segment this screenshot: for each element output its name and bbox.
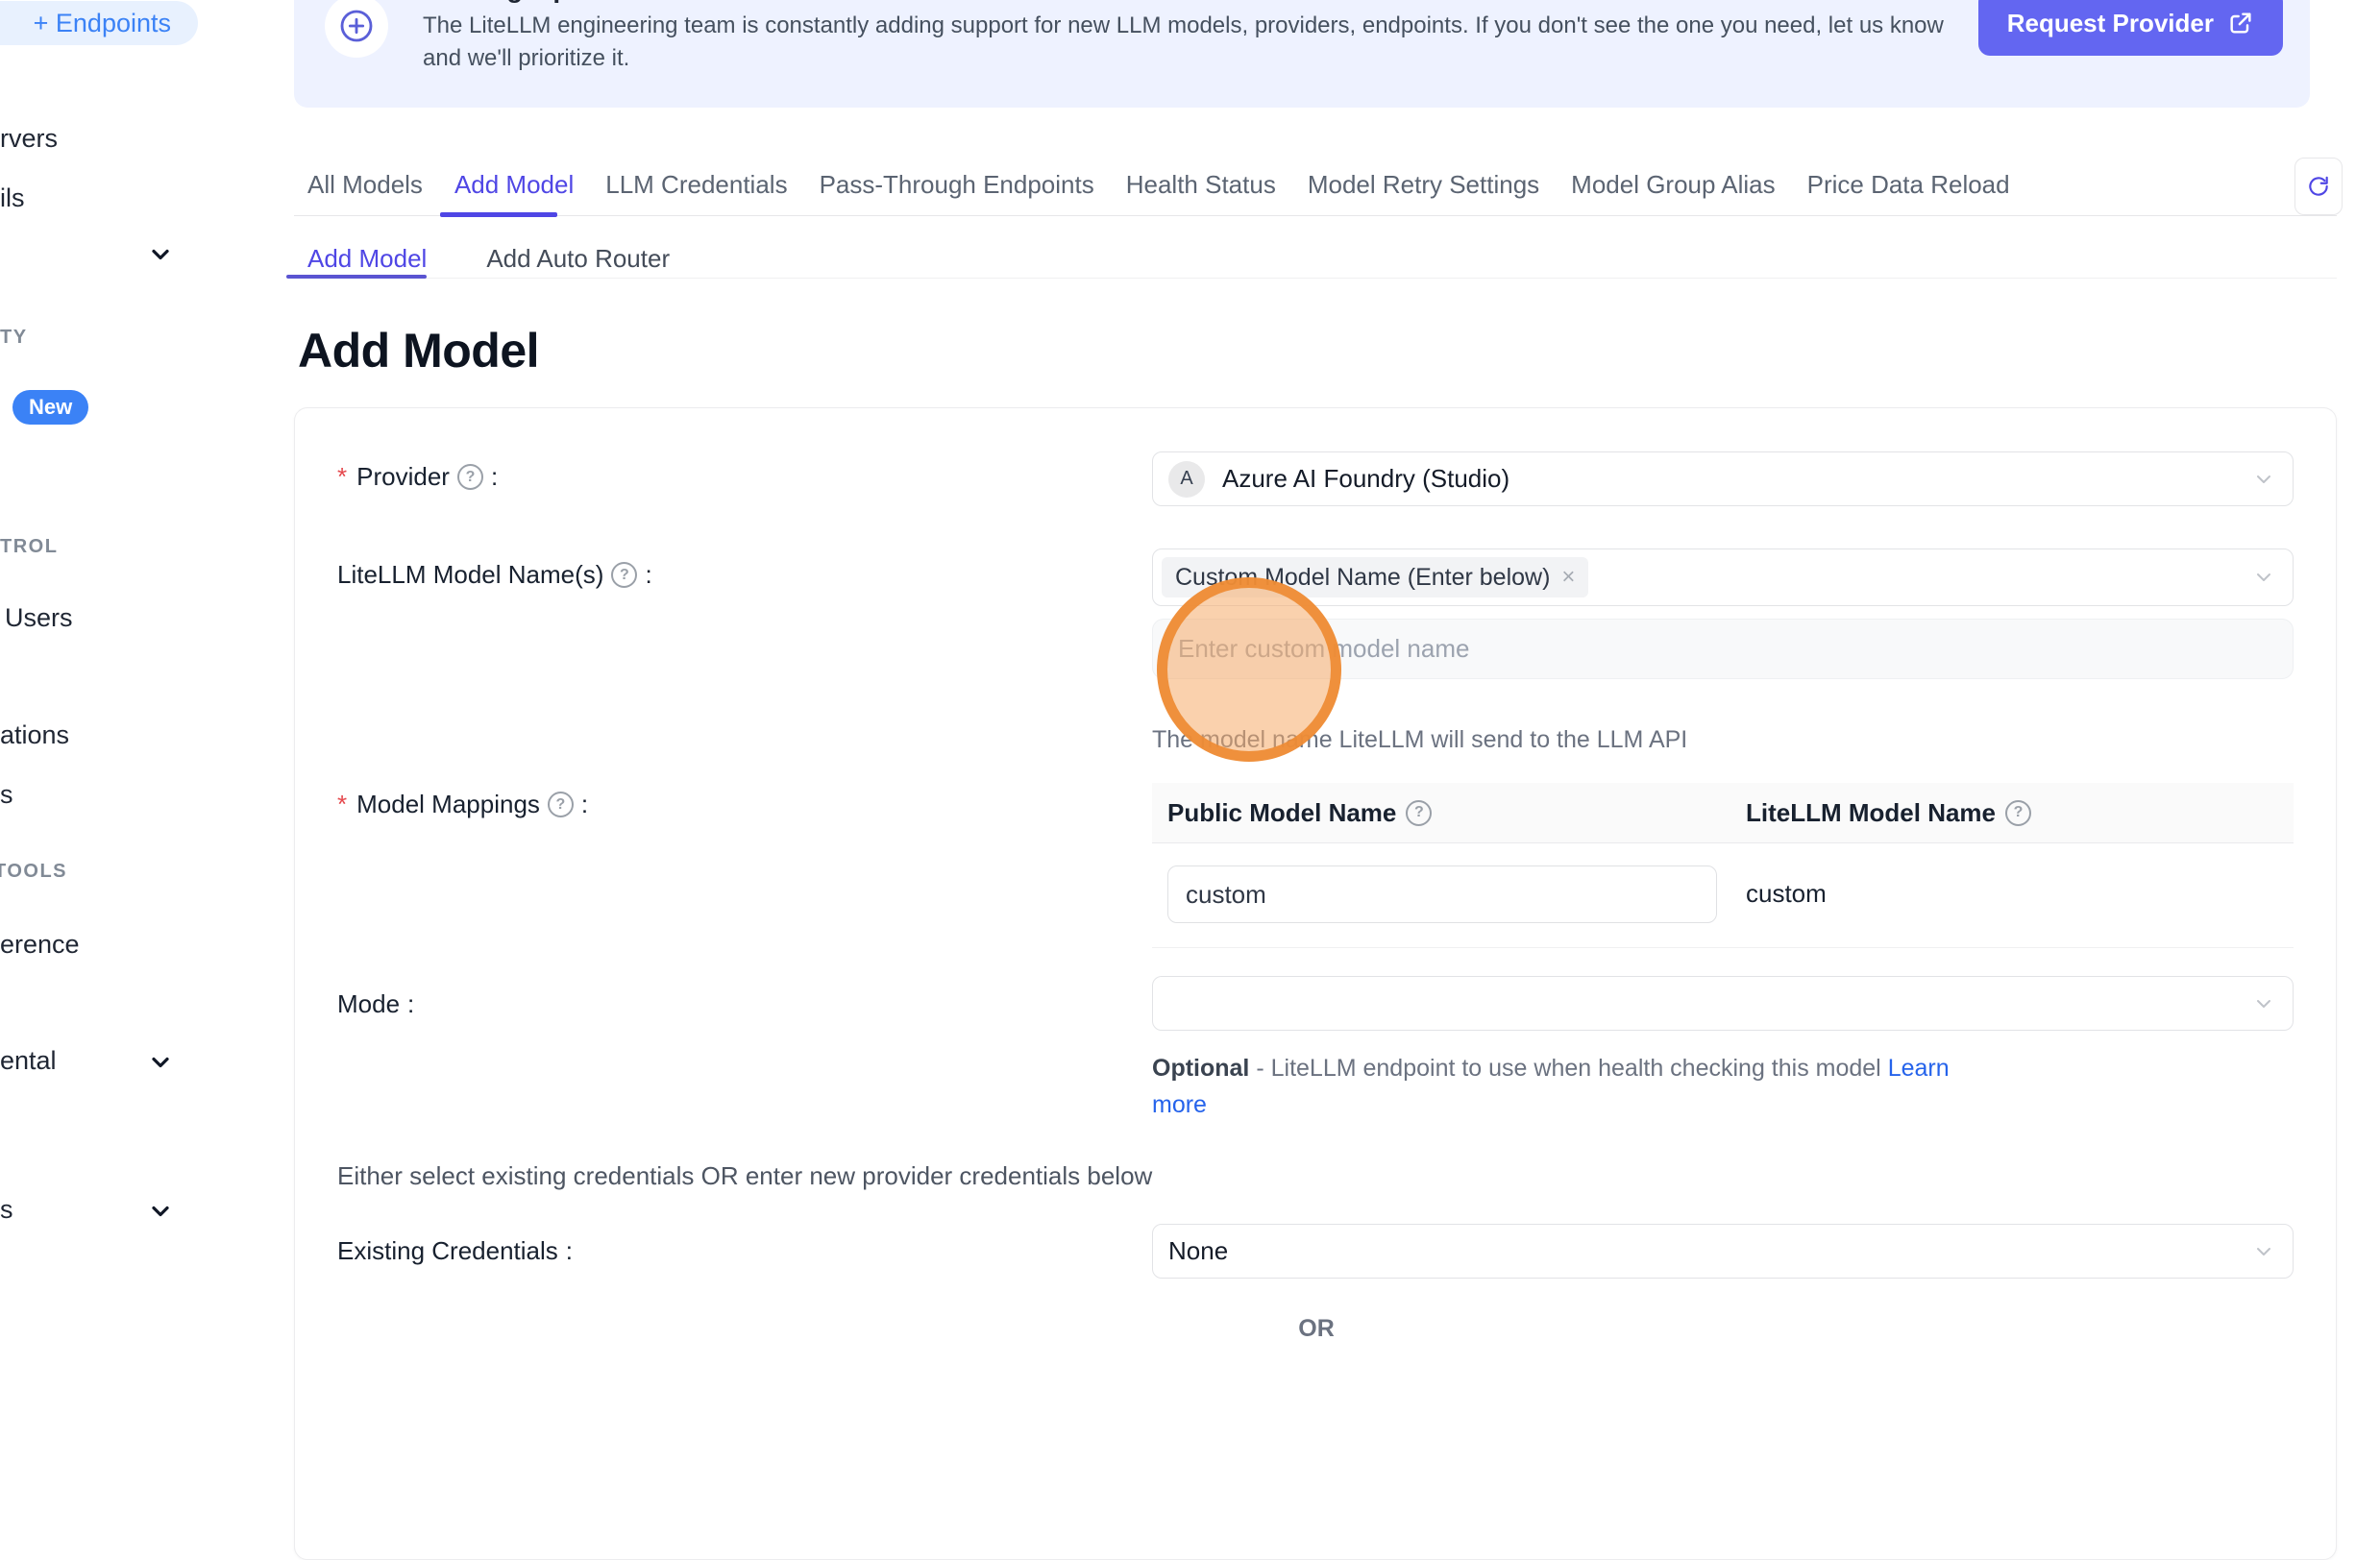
tab-health-status[interactable]: Health Status xyxy=(1126,170,1276,200)
model-names-label: LiteLLM Model Name(s) ? : xyxy=(337,560,652,590)
missing-provider-banner: Missing a provider? The LiteLLM engineer… xyxy=(294,0,2310,108)
credentials-note: Either select existing credentials OR en… xyxy=(337,1161,1152,1191)
banner-description: The LiteLLM engineering team is constant… xyxy=(423,10,1970,75)
add-model-form-card: * Provider ? : A Azure AI Foundry (Studi… xyxy=(294,407,2337,1560)
litellm-model-name-value: custom xyxy=(1746,879,1827,909)
provider-label: * Provider ? : xyxy=(337,462,498,492)
refresh-icon xyxy=(2306,174,2331,199)
tab-llm-credentials[interactable]: LLM Credentials xyxy=(605,170,787,200)
help-icon[interactable]: ? xyxy=(548,792,574,817)
subtab-add-model[interactable]: Add Model xyxy=(307,244,427,274)
refresh-button[interactable] xyxy=(2294,158,2343,215)
model-mappings-label: * Model Mappings ? : xyxy=(337,790,588,819)
tab-model-group-alias[interactable]: Model Group Alias xyxy=(1571,170,1775,200)
sidebar-item-organizations[interactable]: ations xyxy=(0,720,69,750)
tab-model-retry-settings[interactable]: Model Retry Settings xyxy=(1308,170,1539,200)
sidebar: + Endpoints rvers ils TY New TROL Users … xyxy=(0,0,221,1330)
sidebar-item-servers[interactable]: rvers xyxy=(0,124,58,154)
sidebar-section-header: TOOLS xyxy=(0,861,67,883)
chevron-down-icon xyxy=(2252,992,2275,1015)
add-model-subtabs: Add Model Add Auto Router xyxy=(307,238,670,279)
tab-all-models[interactable]: All Models xyxy=(307,170,423,200)
subtab-add-auto-router[interactable]: Add Auto Router xyxy=(486,244,670,274)
models-tab-bar: All Models Add Model LLM Credentials Pas… xyxy=(294,154,2337,217)
subtab-divider xyxy=(294,278,2337,279)
mode-label: Mode : xyxy=(337,989,414,1019)
existing-credentials-label: Existing Credentials : xyxy=(337,1236,573,1266)
mappings-table-header: Public Model Name ? LiteLLM Model Name ? xyxy=(1152,783,2294,843)
sidebar-section-header: TY xyxy=(0,327,28,349)
external-link-icon xyxy=(2227,10,2254,37)
sidebar-section-header: TROL xyxy=(0,536,58,558)
sidebar-item-settings[interactable]: s xyxy=(0,1195,13,1225)
plus-circle-icon xyxy=(325,0,388,58)
or-divider: OR xyxy=(295,1315,2338,1343)
tab-add-model[interactable]: Add Model xyxy=(454,170,574,200)
public-model-name-input[interactable] xyxy=(1167,865,1717,923)
tab-pass-through-endpoints[interactable]: Pass-Through Endpoints xyxy=(820,170,1094,200)
request-provider-button[interactable]: Request Provider xyxy=(1978,0,2283,56)
provider-avatar: A xyxy=(1168,461,1205,498)
chevron-down-icon[interactable] xyxy=(147,241,174,268)
chevron-down-icon xyxy=(2252,468,2275,491)
request-provider-label: Request Provider xyxy=(2007,9,2214,38)
banner-title: Missing a provider? xyxy=(423,0,677,4)
provider-select[interactable]: A Azure AI Foundry (Studio) xyxy=(1152,451,2294,506)
chevron-down-icon xyxy=(2252,566,2275,589)
litellm-admin-ui: { "colors": { "accent": "#4f46e5", "butt… xyxy=(0,0,2380,1330)
litellm-model-name-header: LiteLLM Model Name ? xyxy=(1746,798,2031,828)
required-marker: * xyxy=(337,462,347,492)
mode-hint-text: Optional - LiteLLM endpoint to use when … xyxy=(1152,1050,1959,1123)
new-badge: New xyxy=(12,390,88,425)
active-subtab-underline xyxy=(286,275,427,279)
active-tab-underline xyxy=(440,212,557,217)
tab-price-data-reload[interactable]: Price Data Reload xyxy=(1807,170,2010,200)
existing-credentials-select[interactable]: None xyxy=(1152,1224,2294,1279)
mode-select[interactable] xyxy=(1152,976,2294,1031)
required-marker: * xyxy=(337,790,347,819)
chevron-down-icon xyxy=(2252,1240,2275,1263)
sidebar-item-guardrails[interactable]: ils xyxy=(0,183,25,213)
help-icon[interactable]: ? xyxy=(611,562,637,588)
sidebar-item-experimental[interactable]: ental xyxy=(0,1046,57,1076)
help-icon[interactable]: ? xyxy=(457,464,483,490)
existing-credentials-value: None xyxy=(1168,1236,1228,1266)
sidebar-item-api-reference[interactable]: erence xyxy=(0,930,80,960)
chevron-down-icon[interactable] xyxy=(147,1049,174,1076)
page-title: Add Model xyxy=(298,323,539,378)
model-names-multiselect[interactable]: Custom Model Name (Enter below) × xyxy=(1152,548,2294,606)
sidebar-item-users[interactable]: Users xyxy=(5,603,73,633)
provider-value: Azure AI Foundry (Studio) xyxy=(1222,464,1509,494)
table-row-divider xyxy=(1152,947,2294,948)
help-icon[interactable]: ? xyxy=(2005,800,2031,826)
sidebar-item-models-endpoints[interactable]: + Endpoints xyxy=(0,1,198,45)
click-highlight-circle xyxy=(1157,577,1341,762)
sidebar-item-label: + Endpoints xyxy=(34,9,171,38)
close-icon[interactable]: × xyxy=(1561,566,1575,589)
tab-divider xyxy=(294,215,2337,216)
public-model-name-header: Public Model Name ? xyxy=(1167,798,1432,828)
chevron-down-icon[interactable] xyxy=(147,1198,174,1225)
help-icon[interactable]: ? xyxy=(1406,800,1432,826)
sidebar-item-teams[interactable]: s xyxy=(0,780,13,810)
